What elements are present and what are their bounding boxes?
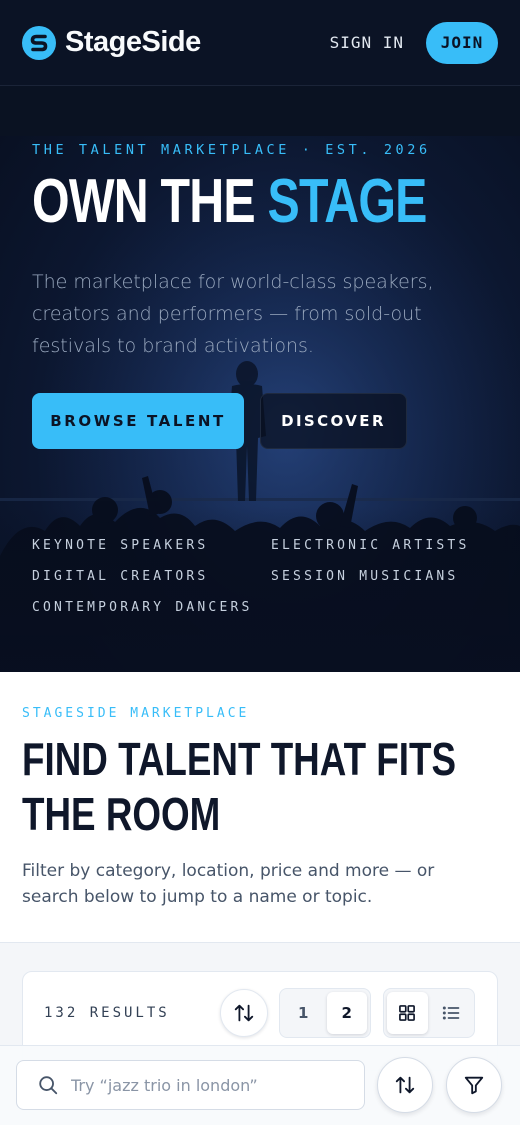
results-count: 132 RESULTS xyxy=(44,1005,170,1021)
sign-in-link[interactable]: SIGN IN xyxy=(330,33,404,52)
hero-title-accent: STAGE xyxy=(267,167,428,236)
hero-title-plain: OWN THE xyxy=(32,167,268,236)
filter-icon xyxy=(464,1076,484,1095)
category-link[interactable]: ELECTRONIC ARTISTS xyxy=(271,538,469,553)
category-link[interactable]: SESSION MUSICIANS xyxy=(271,569,458,584)
hero-title: OWN THE STAGE xyxy=(32,166,427,237)
sort-button[interactable] xyxy=(220,989,268,1037)
hero-eyebrow: THE TALENT MARKETPLACE · EST. 2026 xyxy=(32,142,431,158)
hero-description: The marketplace for world-class speakers… xyxy=(32,271,434,357)
column-option-1[interactable]: 1 xyxy=(283,992,324,1034)
search-icon xyxy=(39,1076,58,1095)
grid-view-button[interactable] xyxy=(387,992,428,1034)
list-view-button[interactable] xyxy=(431,992,472,1034)
sort-arrows-icon xyxy=(234,1004,254,1022)
brand-logo[interactable]: StageSide xyxy=(22,25,201,60)
grid-icon xyxy=(399,1005,416,1021)
hero-section: THE TALENT MARKETPLACE · EST. 2026 OWN T… xyxy=(0,86,520,672)
category-link[interactable]: DIGITAL CREATORS xyxy=(32,569,208,584)
logo-mark-icon xyxy=(22,25,56,60)
sort-fab-button[interactable] xyxy=(377,1057,433,1113)
browse-talent-button[interactable]: BROWSE TALENT xyxy=(32,393,244,449)
sort-arrows-icon xyxy=(395,1076,415,1094)
marketplace-title: FIND TALENT THAT FITS THE ROOM xyxy=(22,733,457,840)
discover-button[interactable]: DISCOVER xyxy=(260,393,407,449)
join-button[interactable]: JOIN xyxy=(426,21,498,64)
category-link[interactable]: CONTEMPORARY DANCERS xyxy=(32,600,253,615)
marketplace-eyebrow: STAGESIDE MARKETPLACE xyxy=(22,706,250,721)
hero-top-band xyxy=(0,86,520,136)
list-icon xyxy=(442,1006,460,1020)
marketplace-description: Filter by category, location, price and … xyxy=(22,861,435,907)
column-toggle: 1 2 xyxy=(279,988,371,1038)
view-toggle xyxy=(383,988,475,1038)
column-option-2[interactable]: 2 xyxy=(326,992,367,1034)
search-input[interactable] xyxy=(71,1075,351,1095)
site-header: StageSide SIGN IN JOIN xyxy=(0,0,520,86)
category-link[interactable]: KEYNOTE SPEAKERS xyxy=(32,538,208,553)
search-box[interactable] xyxy=(16,1060,365,1110)
filter-button[interactable] xyxy=(446,1057,502,1113)
brand-name: StageSide xyxy=(65,26,201,58)
